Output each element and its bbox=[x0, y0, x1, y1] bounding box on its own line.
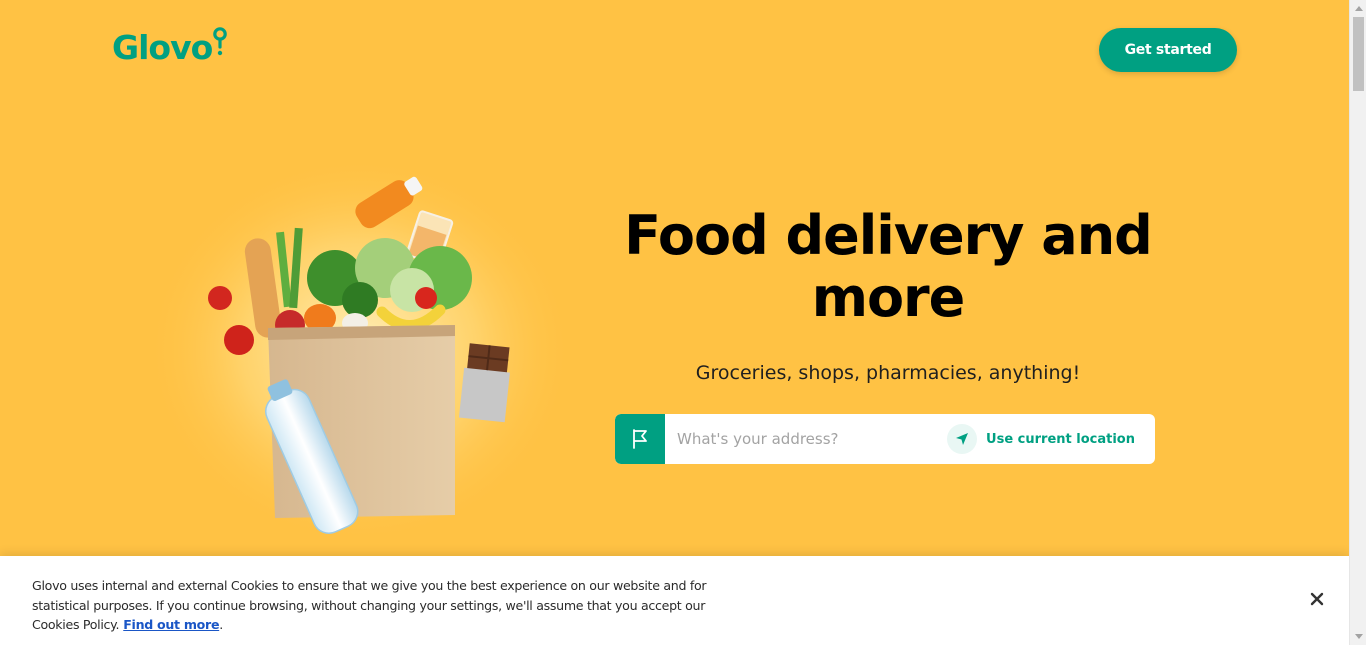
cookie-message: Glovo uses internal and external Cookies… bbox=[32, 576, 752, 635]
navigation-arrow-icon bbox=[947, 424, 978, 454]
grocery-bag-illustration bbox=[150, 160, 575, 545]
logo-wordmark: Glovo bbox=[112, 28, 213, 67]
cookie-banner: Glovo uses internal and external Cookies… bbox=[0, 556, 1349, 645]
cookie-text-trailing: . bbox=[219, 617, 223, 632]
address-search-bar: Use current location bbox=[615, 414, 1155, 464]
scrollbar-thumb[interactable] bbox=[1353, 17, 1364, 91]
glovo-logo[interactable]: Glovo bbox=[112, 27, 228, 67]
flag-icon bbox=[615, 414, 665, 464]
scroll-up-arrow-icon[interactable] bbox=[1350, 0, 1366, 17]
scroll-down-arrow-icon[interactable] bbox=[1350, 628, 1366, 645]
use-current-location-label: Use current location bbox=[986, 431, 1135, 447]
hero-subline: Groceries, shops, pharmacies, anything! bbox=[695, 362, 1081, 384]
landing-page: Glovo Get started Food delivery and more… bbox=[0, 0, 1349, 645]
find-out-more-link[interactable]: Find out more bbox=[123, 617, 219, 632]
address-input[interactable] bbox=[665, 414, 948, 464]
logo-pin-icon bbox=[213, 27, 228, 56]
use-current-location-button[interactable]: Use current location bbox=[947, 424, 1155, 454]
hero-headline: Food delivery and more bbox=[624, 204, 1153, 329]
page-scrollbar[interactable] bbox=[1349, 0, 1366, 645]
get-started-button[interactable]: Get started bbox=[1099, 28, 1237, 72]
close-icon[interactable] bbox=[1305, 587, 1329, 611]
